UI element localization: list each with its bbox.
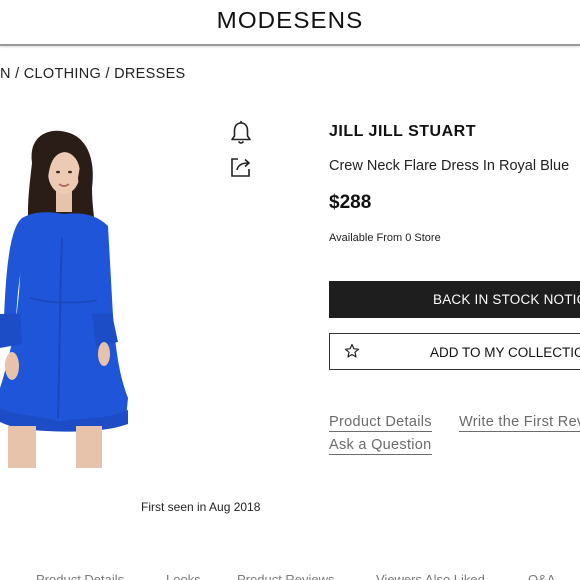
breadcrumb-item-clothing[interactable]: CLOTHING bbox=[24, 66, 101, 82]
site-logo[interactable]: MODESENS bbox=[0, 7, 580, 34]
breadcrumb-separator: / bbox=[10, 66, 24, 82]
availability-text: Available From 0 Store bbox=[329, 232, 441, 244]
share-icon[interactable] bbox=[228, 154, 254, 180]
breadcrumb: N / CLOTHING / DRESSES bbox=[0, 66, 186, 82]
breadcrumb-item-dresses[interactable]: DRESSES bbox=[114, 66, 185, 82]
product-name: Crew Neck Flare Dress In Royal Blue bbox=[329, 158, 570, 174]
tab-qa[interactable]: Q&A bbox=[528, 572, 555, 580]
star-icon bbox=[344, 343, 360, 358]
product-details-link[interactable]: Product Details bbox=[329, 414, 432, 432]
back-in-stock-label: BACK IN STOCK NOTICE bbox=[433, 292, 580, 307]
product-photo-illustration bbox=[0, 130, 128, 468]
tab-product-reviews[interactable]: Product Reviews bbox=[237, 572, 335, 580]
add-to-collection-label: ADD TO MY COLLECTION bbox=[430, 345, 580, 360]
tab-viewers-also-liked[interactable]: Viewers Also Liked bbox=[376, 572, 485, 580]
product-brand[interactable]: JILL JILL STUART bbox=[329, 123, 476, 141]
bell-icon[interactable] bbox=[228, 120, 254, 146]
tab-looks[interactable]: Looks bbox=[166, 572, 201, 580]
bottom-tab-nav: Product Details Looks Product Reviews Vi… bbox=[0, 566, 580, 580]
add-to-collection-button[interactable]: ADD TO MY COLLECTION bbox=[329, 333, 580, 370]
product-price: $288 bbox=[329, 192, 372, 213]
back-in-stock-button[interactable]: BACK IN STOCK NOTICE bbox=[329, 281, 580, 318]
ask-question-link[interactable]: Ask a Question bbox=[329, 437, 432, 455]
first-seen-text: First seen in Aug 2018 bbox=[141, 500, 261, 514]
tab-product-details[interactable]: Product Details bbox=[36, 572, 124, 580]
product-image[interactable] bbox=[0, 118, 140, 468]
site-header: MODESENS bbox=[0, 0, 580, 46]
breadcrumb-item-women[interactable]: N bbox=[0, 66, 11, 82]
breadcrumb-separator: / bbox=[101, 66, 115, 82]
write-review-link[interactable]: Write the First Review bbox=[459, 414, 580, 432]
